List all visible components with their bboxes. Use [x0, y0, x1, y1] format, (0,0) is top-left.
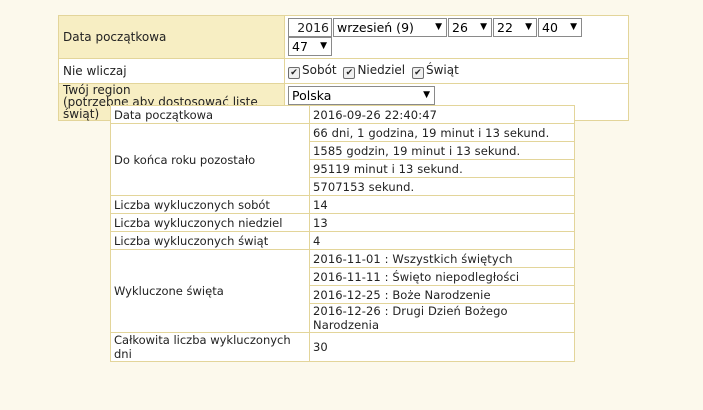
excluded-holiday: 2016-11-11 : Święto niepodległości	[309, 267, 575, 286]
total-label: Całkowita liczba wykluczonych dni	[110, 332, 310, 362]
table-row: Do końca roku pozostało 66 dni, 1 godzin…	[110, 123, 575, 196]
excluded-holiday: 2016-11-01 : Wszystkich świętych	[309, 249, 575, 268]
remaining-value: 95119 minut i 13 sekund.	[309, 159, 575, 178]
table-row: Liczba wykluczonych niedziel 13	[110, 213, 575, 232]
excluded-holidays-label: Wykluczone święta	[110, 249, 310, 333]
start-date-controls: 2016 wrzesień (9) ▼ 26 ▼ 22 ▼ 40 ▼ 47 ▼	[284, 15, 629, 59]
day-select[interactable]: 26 ▼	[448, 18, 492, 37]
minute-select-value: 40	[542, 20, 558, 35]
chevron-down-icon: ▼	[435, 22, 442, 32]
remaining-value: 1585 godzin, 19 minut i 13 sekund.	[309, 141, 575, 160]
hour-select-value: 22	[497, 20, 513, 35]
exclude-row: Nie wliczaj ✔ Sobót ✔ Niedziel ✔ Świąt	[58, 58, 629, 84]
region-select[interactable]: Polska ▼	[288, 86, 435, 105]
region-select-value: Polska	[292, 88, 332, 103]
checkmark-icon[interactable]: ✔	[411, 67, 424, 79]
exclude-saturdays-label: Sobót	[302, 63, 337, 77]
saturdays-label: Liczba wykluczonych sobót	[110, 195, 310, 214]
exclude-holidays-label: Świąt	[425, 63, 459, 77]
sundays-label: Liczba wykluczonych niedziel	[110, 213, 310, 232]
start-date-row: Data początkowa 2016 wrzesień (9) ▼ 26 ▼ 22 ▼ 4…	[58, 15, 629, 59]
excluded-holiday: 2016-12-26 : Drugi Dzień Bożego Narodzen…	[309, 303, 575, 333]
chevron-down-icon: ▼	[480, 22, 487, 32]
second-select-value: 47	[292, 39, 308, 54]
chevron-down-icon: ▼	[423, 90, 430, 100]
exclude-holidays-option[interactable]: ✔ Świąt	[411, 63, 459, 79]
remaining-value: 5707153 sekund.	[309, 177, 575, 196]
result-start-date-value: 2016-09-26 22:40:47	[309, 105, 575, 124]
table-row: Data początkowa 2016-09-26 22:40:47	[110, 105, 575, 124]
second-select[interactable]: 47 ▼	[288, 37, 332, 56]
start-date-label: Data początkowa	[58, 15, 285, 59]
table-row: Liczba wykluczonych świąt 4	[110, 231, 575, 250]
result-start-date-label: Data początkowa	[110, 105, 310, 124]
saturdays-value: 14	[309, 195, 575, 214]
table-row: Wykluczone święta 2016-11-01 : Wszystkic…	[110, 249, 575, 333]
hour-select[interactable]: 22 ▼	[493, 18, 537, 37]
month-select[interactable]: wrzesień (9) ▼	[333, 18, 447, 37]
excluded-holiday: 2016-12-25 : Boże Narodzenie	[309, 285, 575, 304]
checkmark-icon[interactable]: ✔	[343, 67, 356, 79]
day-select-value: 26	[452, 20, 468, 35]
holidays-label: Liczba wykluczonych świąt	[110, 231, 310, 250]
exclude-sundays-label: Niedziel	[357, 63, 406, 77]
holidays-value: 4	[309, 231, 575, 250]
year-input[interactable]: 2016	[288, 18, 332, 37]
exclude-label: Nie wliczaj	[58, 58, 285, 84]
chevron-down-icon: ▼	[525, 22, 532, 32]
exclude-options: ✔ Sobót ✔ Niedziel ✔ Świąt	[284, 58, 629, 84]
exclude-sundays-option[interactable]: ✔ Niedziel	[343, 63, 406, 79]
table-row: Całkowita liczba wykluczonych dni 30	[110, 332, 575, 362]
chevron-down-icon: ▼	[570, 22, 577, 32]
exclude-saturdays-option[interactable]: ✔ Sobót	[288, 63, 337, 79]
chevron-down-icon: ▼	[320, 41, 327, 51]
month-select-value: wrzesień (9)	[337, 20, 414, 35]
checkmark-icon[interactable]: ✔	[288, 67, 300, 79]
remaining-value: 66 dni, 1 godzina, 19 minut i 13 sekund.	[309, 123, 575, 142]
table-row: Liczba wykluczonych sobót 14	[110, 195, 575, 214]
sundays-value: 13	[309, 213, 575, 232]
remaining-label: Do końca roku pozostało	[110, 123, 310, 196]
minute-select[interactable]: 40 ▼	[538, 18, 582, 37]
results-table: Data początkowa 2016-09-26 22:40:47 Do k…	[110, 105, 575, 362]
total-value: 30	[309, 332, 575, 362]
